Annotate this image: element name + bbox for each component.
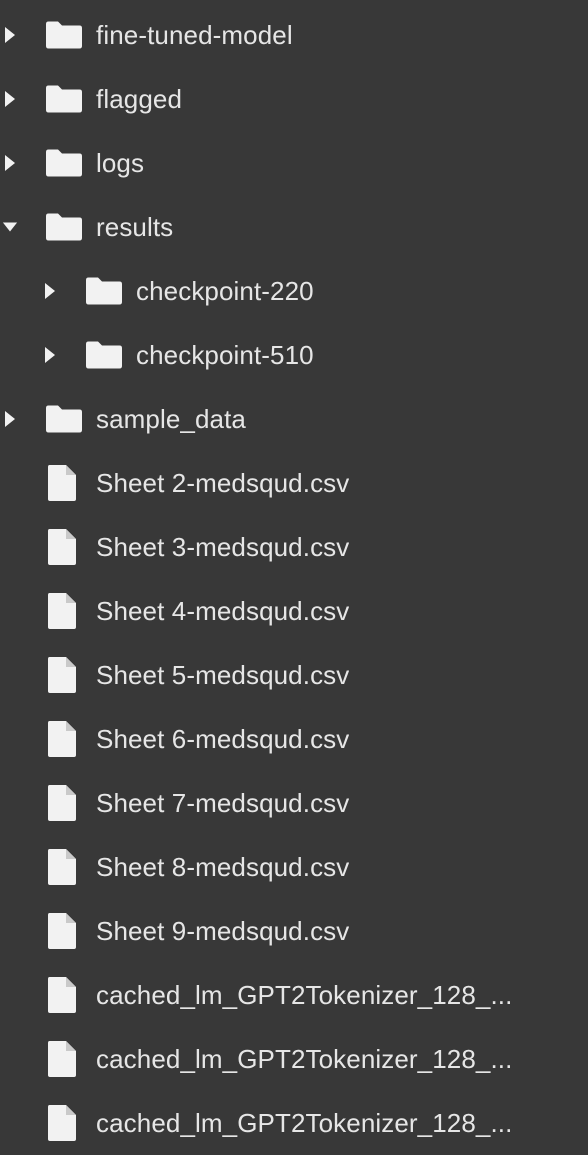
folder-label: sample_data (96, 404, 246, 434)
file-label: Sheet 9-medsqud.csv (96, 916, 350, 946)
file-label: cached_lm_GPT2Tokenizer_128_... (96, 1044, 513, 1074)
file-label: cached_lm_GPT2Tokenizer_128_... (96, 1108, 513, 1138)
file-label: Sheet 3-medsqud.csv (96, 532, 350, 562)
file-row-sheet-7-medsqud-csv[interactable]: Sheet 7-medsqud.csv (0, 771, 588, 835)
folder-icon (44, 148, 84, 178)
file-icon (46, 848, 78, 886)
file-row-sheet-9-medsqud-csv[interactable]: Sheet 9-medsqud.csv (0, 899, 588, 963)
folder-label: flagged (96, 84, 182, 114)
file-row-sheet-2-medsqud-csv[interactable]: Sheet 2-medsqud.csv (0, 451, 588, 515)
file-icon (46, 464, 78, 502)
chevron-right-icon[interactable] (42, 281, 58, 301)
file-row-sheet-4-medsqud-csv[interactable]: Sheet 4-medsqud.csv (0, 579, 588, 643)
folder-icon (44, 20, 84, 50)
file-row-cached-lm-gpt2tokenizer-128[interactable]: cached_lm_GPT2Tokenizer_128_... (0, 1091, 588, 1155)
folder-label: checkpoint-510 (136, 340, 314, 370)
file-label: Sheet 5-medsqud.csv (96, 660, 350, 690)
folder-label: fine-tuned-model (96, 20, 293, 50)
folder-row-checkpoint-220[interactable]: checkpoint-220 (0, 259, 588, 323)
file-icon (46, 656, 78, 694)
chevron-down-icon[interactable] (2, 217, 18, 237)
folder-row-sample-data[interactable]: sample_data (0, 387, 588, 451)
folder-row-results[interactable]: results (0, 195, 588, 259)
file-icon (46, 912, 78, 950)
folder-row-checkpoint-510[interactable]: checkpoint-510 (0, 323, 588, 387)
file-icon (46, 1040, 78, 1078)
file-row-sheet-8-medsqud-csv[interactable]: Sheet 8-medsqud.csv (0, 835, 588, 899)
file-row-cached-lm-gpt2tokenizer-128[interactable]: cached_lm_GPT2Tokenizer_128_... (0, 1027, 588, 1091)
folder-row-logs[interactable]: logs (0, 131, 588, 195)
file-row-sheet-6-medsqud-csv[interactable]: Sheet 6-medsqud.csv (0, 707, 588, 771)
file-label: cached_lm_GPT2Tokenizer_128_... (96, 980, 513, 1010)
chevron-right-icon[interactable] (42, 345, 58, 365)
folder-row-fine-tuned-model[interactable]: fine-tuned-model (0, 3, 588, 67)
folder-label: results (96, 212, 174, 242)
chevron-right-icon[interactable] (2, 25, 18, 45)
chevron-right-icon[interactable] (2, 409, 18, 429)
file-icon (46, 720, 78, 758)
file-label: Sheet 7-medsqud.csv (96, 788, 350, 818)
chevron-right-icon[interactable] (2, 153, 18, 173)
file-row-sheet-3-medsqud-csv[interactable]: Sheet 3-medsqud.csv (0, 515, 588, 579)
file-icon (46, 1104, 78, 1142)
file-icon (46, 976, 78, 1014)
folder-label: logs (96, 148, 145, 178)
folder-icon (84, 340, 124, 370)
chevron-right-icon[interactable] (2, 89, 18, 109)
file-row-cached-lm-gpt2tokenizer-128[interactable]: cached_lm_GPT2Tokenizer_128_... (0, 963, 588, 1027)
folder-icon (44, 84, 84, 114)
file-label: Sheet 8-medsqud.csv (96, 852, 350, 882)
folder-label: checkpoint-220 (136, 276, 314, 306)
folder-row-flagged[interactable]: flagged (0, 67, 588, 131)
file-label: Sheet 2-medsqud.csv (96, 468, 350, 498)
folder-icon (44, 212, 84, 242)
file-browser-tree: fine-tuned-model flagged logs results checkp… (0, 0, 588, 1150)
file-icon (46, 592, 78, 630)
folder-icon (84, 276, 124, 306)
file-icon (46, 528, 78, 566)
file-label: Sheet 4-medsqud.csv (96, 596, 350, 626)
file-row-sheet-5-medsqud-csv[interactable]: Sheet 5-medsqud.csv (0, 643, 588, 707)
file-label: Sheet 6-medsqud.csv (96, 724, 350, 754)
folder-icon (44, 404, 84, 434)
file-icon (46, 784, 78, 822)
